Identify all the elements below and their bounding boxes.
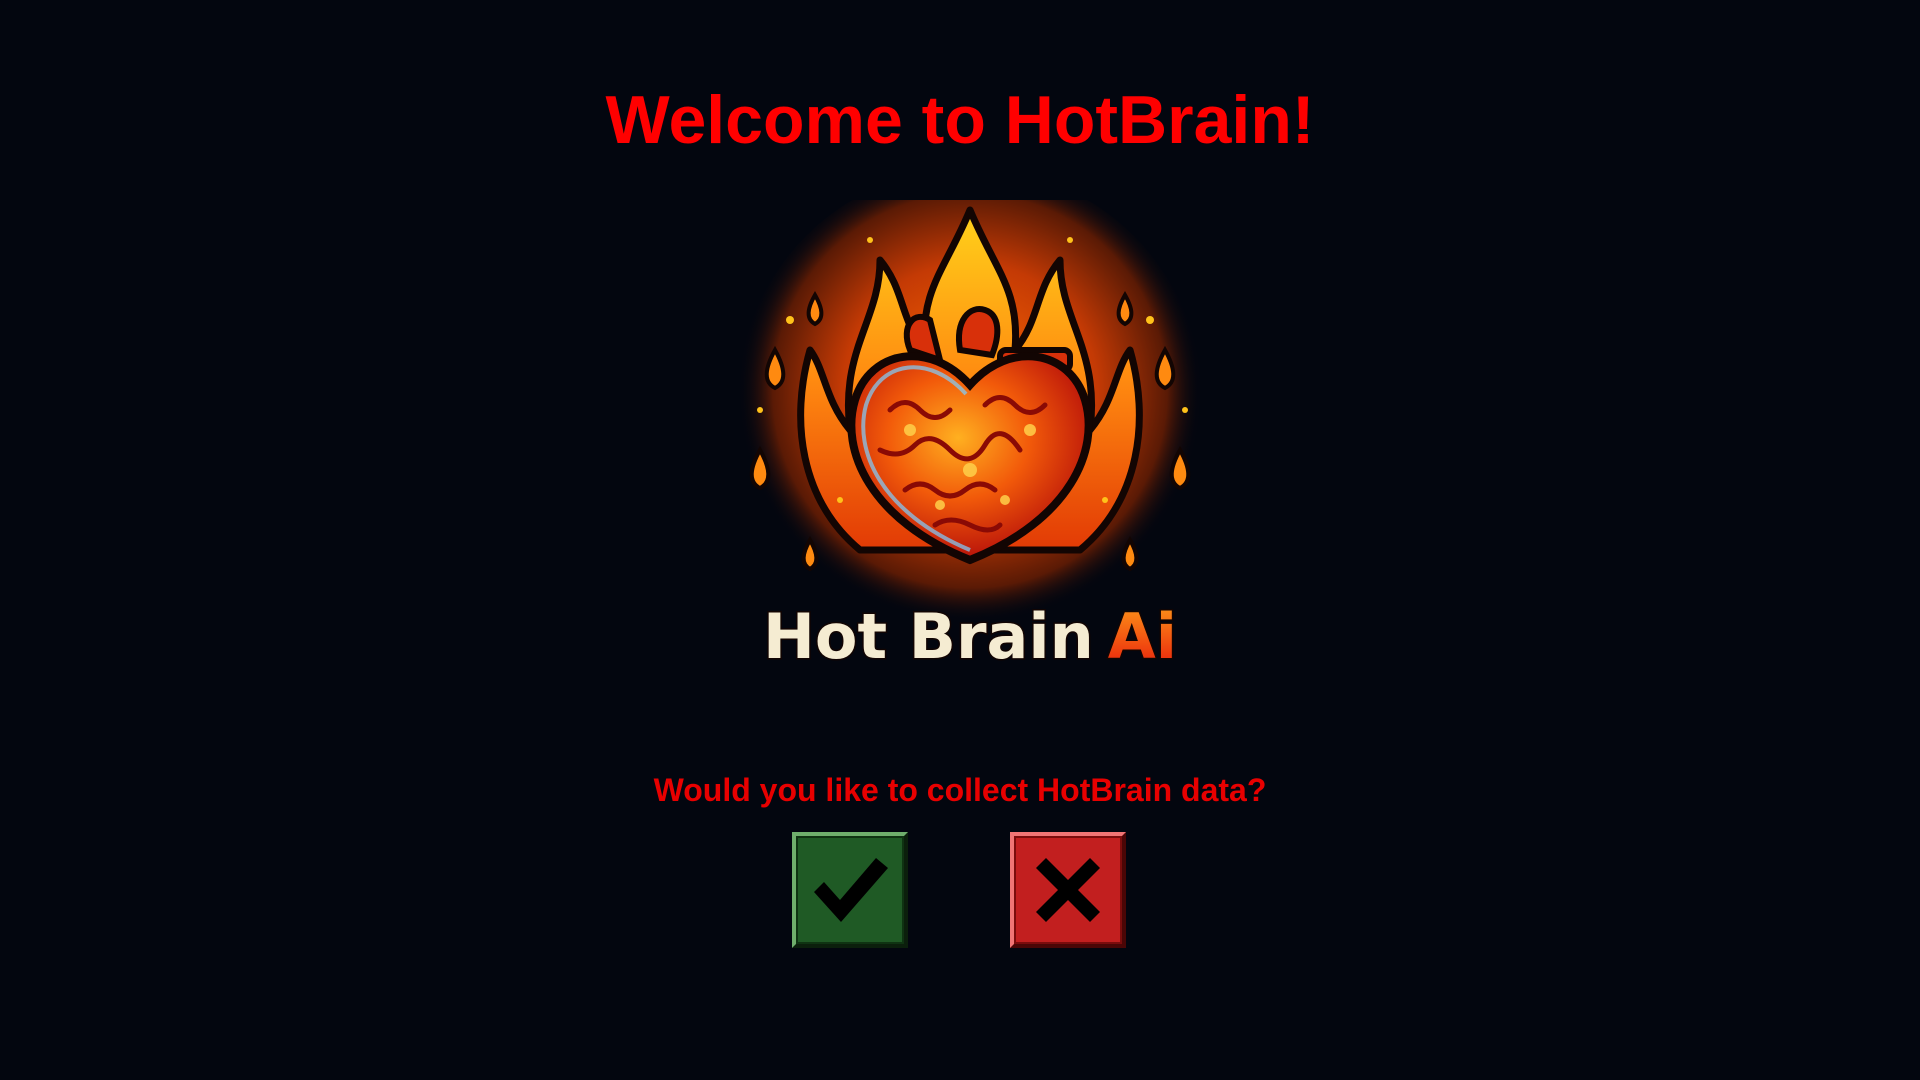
accept-button[interactable]	[792, 832, 908, 948]
welcome-screen: Welcome to HotBrain! Hot Brain Ai Would …	[0, 0, 1920, 1080]
page-title: Welcome to HotBrain!	[605, 82, 1315, 158]
decline-button[interactable]	[1010, 832, 1126, 948]
collect-data-question: Would you like to collect HotBrain data?	[653, 772, 1267, 808]
svg-text:Hot BrainAi: Hot Brain Ai	[763, 600, 1177, 673]
logo-text-main: Hot Brain	[763, 600, 1094, 673]
hotbrain-logo: Hot Brain Ai	[730, 200, 1210, 690]
x-icon	[1014, 836, 1122, 944]
checkmark-icon	[796, 836, 904, 944]
logo-text-accent: Ai	[1108, 600, 1177, 673]
